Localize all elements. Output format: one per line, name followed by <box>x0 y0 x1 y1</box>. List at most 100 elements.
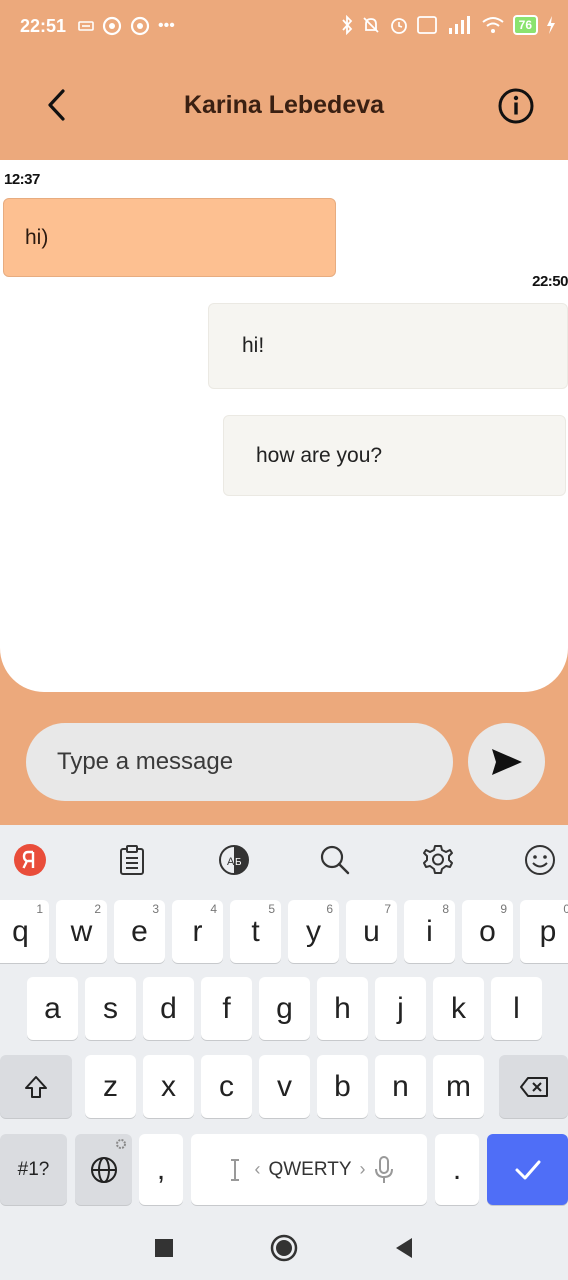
shift-icon <box>25 1075 47 1098</box>
microphone-icon <box>374 1155 393 1183</box>
message-timestamp: 22:50 <box>532 273 568 290</box>
key-x[interactable]: x <box>143 1055 194 1118</box>
mute-bell-icon <box>363 17 379 33</box>
wifi-icon <box>482 17 504 33</box>
translate-icon[interactable]: AБ <box>217 843 251 877</box>
key-i[interactable]: i8 <box>404 900 455 963</box>
key-i-hint: 8 <box>442 902 449 916</box>
backspace-key[interactable] <box>499 1055 568 1118</box>
message-timestamp: 12:37 <box>4 171 40 188</box>
home-button[interactable] <box>269 1233 299 1263</box>
signal-icon <box>448 16 470 34</box>
key-r[interactable]: r4 <box>172 900 223 963</box>
key-b[interactable]: b <box>317 1055 368 1118</box>
message-list[interactable]: 12:37 hi) 22:50 hi! how are you? <box>0 160 568 692</box>
key-u-hint: 7 <box>384 902 391 916</box>
key-i-label: i <box>426 914 433 948</box>
chat-header: Karina Lebedeva <box>0 55 568 160</box>
key-w[interactable]: w2 <box>56 900 107 963</box>
keyboard: AБ q1 w2 e3 r4 t5 y6 u7 i8 o9 p0 a s d f… <box>0 825 568 1280</box>
clipboard-icon[interactable] <box>115 843 149 877</box>
key-d[interactable]: d <box>143 977 194 1040</box>
charging-icon <box>547 16 555 34</box>
keyboard-toolbar: AБ <box>0 825 568 895</box>
keyboard-notification-icon <box>78 21 94 31</box>
send-button[interactable] <box>468 723 545 800</box>
key-n[interactable]: n <box>375 1055 426 1118</box>
key-m[interactable]: m <box>433 1055 484 1118</box>
status-bar: 22:51 ••• 76 <box>0 0 568 55</box>
key-q-hint: 1 <box>36 902 43 916</box>
app-notification-icon-2 <box>130 16 150 36</box>
bluetooth-icon <box>341 15 352 35</box>
key-f[interactable]: f <box>201 977 252 1040</box>
cursor-icon <box>231 1158 240 1181</box>
key-y[interactable]: y6 <box>288 900 339 963</box>
key-h[interactable]: h <box>317 977 368 1040</box>
battery-indicator: 76 <box>512 15 538 35</box>
key-z[interactable]: z <box>85 1055 136 1118</box>
enter-key[interactable] <box>487 1134 568 1205</box>
square-icon <box>155 1239 173 1257</box>
yandex-logo-icon <box>14 844 46 876</box>
globe-icon <box>90 1156 117 1183</box>
outgoing-message-bubble[interactable]: hi! <box>208 303 568 389</box>
space-key[interactable]: ‹ QWERTY › <box>191 1134 427 1205</box>
status-system-icons: 76 <box>341 15 556 35</box>
key-u-label: u <box>363 914 380 948</box>
message-input[interactable] <box>26 723 453 801</box>
key-c[interactable]: c <box>201 1055 252 1118</box>
key-o-label: o <box>479 914 496 948</box>
message-text: hi! <box>242 334 265 357</box>
key-p[interactable]: p0 <box>520 900 568 963</box>
system-navigation-bar <box>0 1215 568 1280</box>
message-input-container <box>26 723 453 801</box>
alarm-icon <box>390 18 407 34</box>
key-g[interactable]: g <box>259 977 310 1040</box>
recent-apps-button[interactable] <box>149 1233 179 1263</box>
status-time: 22:51 <box>20 16 67 36</box>
key-p-label: p <box>539 914 557 948</box>
home-circle-icon <box>270 1234 298 1262</box>
key-y-label: y <box>306 914 321 948</box>
key-s[interactable]: s <box>85 977 136 1040</box>
gear-icon[interactable] <box>421 843 455 877</box>
language-key[interactable] <box>75 1134 132 1205</box>
layout-label: QWERTY <box>268 1158 352 1180</box>
key-e[interactable]: e3 <box>114 900 165 963</box>
key-o[interactable]: o9 <box>462 900 513 963</box>
key-t-hint: 5 <box>268 902 275 916</box>
yandex-logo[interactable] <box>13 843 47 877</box>
key-l[interactable]: l <box>491 977 542 1040</box>
key-o-hint: 9 <box>500 902 507 916</box>
key-p-hint: 0 <box>563 902 568 916</box>
app-notification-icon <box>102 16 122 36</box>
triangle-back-icon <box>396 1238 412 1258</box>
shift-key[interactable] <box>0 1055 72 1118</box>
settings-small-icon <box>116 1139 126 1149</box>
key-e-hint: 3 <box>152 902 159 916</box>
key-k[interactable]: k <box>433 977 484 1040</box>
volte-icon <box>416 16 437 34</box>
info-button[interactable] <box>496 86 536 126</box>
key-q[interactable]: q1 <box>0 900 49 963</box>
key-t[interactable]: t5 <box>230 900 281 963</box>
key-r-label: r <box>192 914 203 948</box>
message-text: how are you? <box>256 443 383 467</box>
key-j[interactable]: j <box>375 977 426 1040</box>
chat-title: Karina Lebedeva <box>183 91 385 119</box>
symbols-key[interactable]: #1? <box>0 1134 67 1205</box>
key-v[interactable]: v <box>259 1055 310 1118</box>
key-y-hint: 6 <box>326 902 333 916</box>
back-nav-button[interactable] <box>389 1233 419 1263</box>
outgoing-message-bubble[interactable]: how are you? <box>223 415 566 496</box>
comma-key[interactable]: , <box>139 1134 183 1205</box>
smiley-icon[interactable] <box>523 843 557 877</box>
key-a[interactable]: a <box>27 977 78 1040</box>
search-icon[interactable] <box>318 843 352 877</box>
key-u[interactable]: u7 <box>346 900 397 963</box>
message-text: hi) <box>25 225 49 249</box>
period-key[interactable]: . <box>435 1134 479 1205</box>
incoming-message-bubble[interactable]: hi) <box>3 198 336 277</box>
info-icon <box>498 88 534 124</box>
